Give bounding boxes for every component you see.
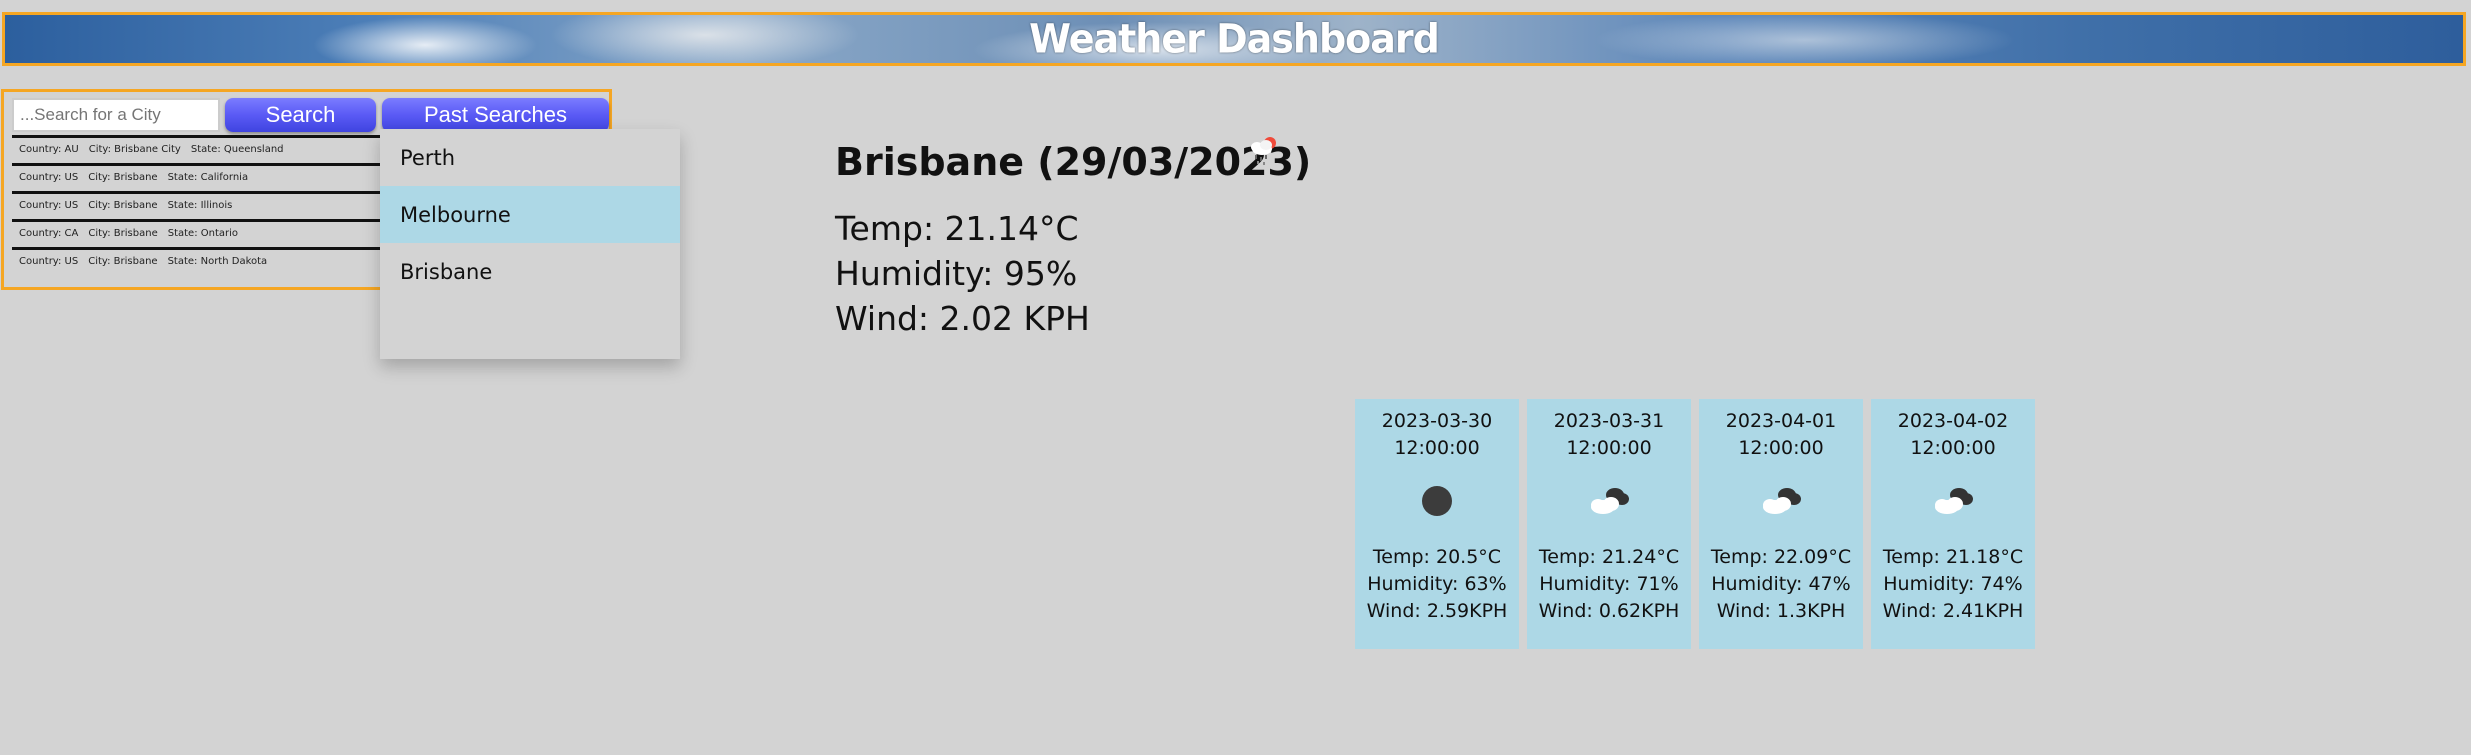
current-wind: Wind: 2.02 KPH xyxy=(835,299,1090,338)
forecast-date: 2023-04-01 xyxy=(1725,410,1837,432)
forecast-card: 2023-03-31 12:00:00 Temp: 21.24°C Humidi… xyxy=(1527,399,1691,649)
past-search-item-melbourne[interactable]: Melbourne xyxy=(380,186,680,243)
result-country: Country: US xyxy=(19,256,79,267)
result-state: State: Illinois xyxy=(167,200,233,211)
search-row: Search Past Searches xyxy=(12,98,609,132)
forecast-temp: Temp: 21.18°C xyxy=(1882,546,2024,568)
result-city: City: Brisbane City xyxy=(88,144,181,155)
forecast-temp: Temp: 20.5°C xyxy=(1372,546,1502,568)
forecast-card: 2023-04-01 12:00:00 Temp: 22.09°C Humidi… xyxy=(1699,399,1863,649)
clear-sky-icon xyxy=(1417,481,1457,529)
forecast-date: 2023-03-30 xyxy=(1381,410,1493,432)
forecast-temp: Temp: 21.24°C xyxy=(1538,546,1680,568)
forecast-time: 12:00:00 xyxy=(1566,437,1652,459)
forecast-humidity: Humidity: 71% xyxy=(1539,573,1679,595)
current-humidity: Humidity: 95% xyxy=(835,254,1078,293)
search-input[interactable] xyxy=(12,98,220,132)
forecast-date: 2023-03-31 xyxy=(1553,410,1665,432)
current-weather: Brisbane (29/03/2023) Temp: 21.14°C Humi… xyxy=(835,137,1312,341)
forecast-time: 12:00:00 xyxy=(1738,437,1824,459)
current-temp: Temp: 21.14°C xyxy=(835,209,1079,248)
forecast-humidity: Humidity: 74% xyxy=(1883,573,2023,595)
result-city: City: Brisbane xyxy=(88,256,158,267)
result-city: City: Brisbane xyxy=(88,200,158,211)
result-country: Country: CA xyxy=(19,228,79,239)
result-city: City: Brisbane xyxy=(88,172,158,183)
forecast-time: 12:00:00 xyxy=(1394,437,1480,459)
forecast-wind: Wind: 2.59KPH xyxy=(1366,600,1508,622)
past-search-item-brisbane[interactable]: Brisbane xyxy=(380,243,680,300)
result-country: Country: US xyxy=(19,172,79,183)
past-searches-button[interactable]: Past Searches xyxy=(382,98,609,132)
result-state: State: North Dakota xyxy=(167,256,268,267)
header-banner: Weather Dashboard xyxy=(2,12,2466,66)
broken-clouds-icon xyxy=(1757,483,1805,527)
broken-clouds-icon xyxy=(1585,483,1633,527)
forecast-wind: Wind: 1.3KPH xyxy=(1716,600,1846,622)
forecast-time: 12:00:00 xyxy=(1910,437,1996,459)
forecast-humidity: Humidity: 47% xyxy=(1711,573,1851,595)
forecast-temp: Temp: 22.09°C xyxy=(1710,546,1852,568)
forecast-wind: Wind: 0.62KPH xyxy=(1538,600,1680,622)
forecast-date: 2023-04-02 xyxy=(1897,410,2009,432)
past-searches-dropdown: Perth Melbourne Brisbane xyxy=(380,129,680,359)
forecast-card: 2023-03-30 12:00:00 Temp: 20.5°C Humidit… xyxy=(1355,399,1519,649)
snow-rain-icon xyxy=(1243,132,1283,172)
forecast-humidity: Humidity: 63% xyxy=(1367,573,1507,595)
result-country: Country: US xyxy=(19,200,79,211)
past-search-item-perth[interactable]: Perth xyxy=(380,129,680,186)
forecast-row: 2023-03-30 12:00:00 Temp: 20.5°C Humidit… xyxy=(1355,399,2043,649)
broken-clouds-icon xyxy=(1929,483,1977,527)
page-title: Weather Dashboard xyxy=(1029,15,1440,63)
result-state: State: California xyxy=(167,172,249,183)
result-country: Country: AU xyxy=(19,144,79,155)
search-button[interactable]: Search xyxy=(225,98,376,132)
result-state: State: Queensland xyxy=(190,144,284,155)
result-state: State: Ontario xyxy=(167,228,239,239)
current-city-title: Brisbane (29/03/2023) xyxy=(835,140,1312,184)
forecast-card: 2023-04-02 12:00:00 Temp: 21.18°C Humidi… xyxy=(1871,399,2035,649)
forecast-wind: Wind: 2.41KPH xyxy=(1882,600,2024,622)
result-city: City: Brisbane xyxy=(88,228,158,239)
